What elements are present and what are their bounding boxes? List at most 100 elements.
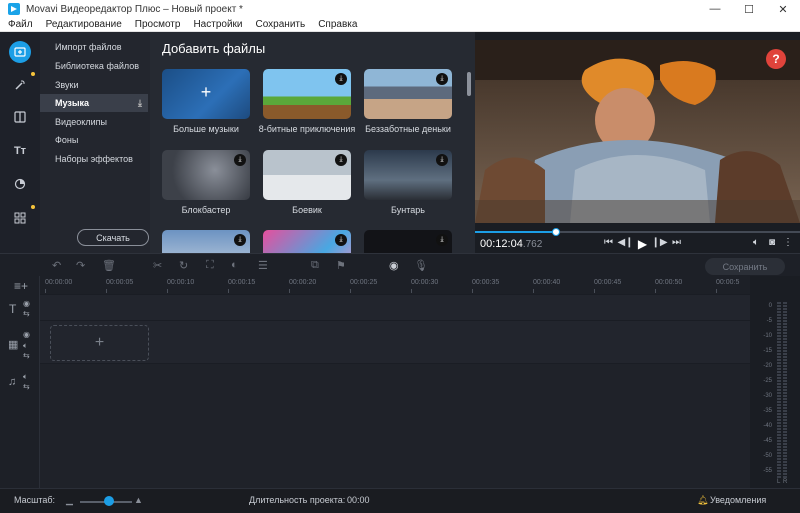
titles-track[interactable]: [40, 295, 750, 320]
menu-edit[interactable]: Редактирование: [46, 19, 122, 30]
music-tile[interactable]: ⤓: [162, 150, 250, 200]
edit-toolbar: ↶ ↷ 🗑︎ ✂ ↻ ⛶ ◐ ☰ ⧉ ⚑ ◉ 🎙︎ Сохранить: [0, 253, 800, 276]
import-icon[interactable]: [9, 41, 31, 63]
microphone-icon[interactable]: 🎙︎: [414, 259, 428, 272]
category-videoclips[interactable]: Видеоклипы: [40, 113, 148, 131]
link-icon[interactable]: ⇆: [23, 382, 30, 391]
redo-icon[interactable]: ↷: [76, 259, 85, 272]
volume-icon[interactable]: 🔈︎: [748, 237, 764, 248]
step-back-icon[interactable]: ◀❙: [617, 237, 634, 251]
progress-knob[interactable]: [552, 228, 561, 236]
more-music-tile[interactable]: +: [162, 69, 250, 119]
menu-file[interactable]: Файл: [8, 19, 33, 30]
category-library[interactable]: Библиотека файлов: [40, 57, 148, 75]
step-forward-icon[interactable]: ❙▶: [651, 237, 668, 251]
player-extra-controls: 🔈︎ ◙ ⋮: [748, 237, 796, 248]
overlay-icon[interactable]: ⧉: [311, 259, 319, 272]
color-adjust-icon[interactable]: ◐: [231, 259, 238, 271]
play-icon[interactable]: ▶: [634, 237, 651, 251]
tile-label: Блокбастер: [181, 205, 231, 215]
cut-icon[interactable]: ✂: [153, 259, 162, 272]
meter-label: -25: [763, 378, 772, 384]
link-icon[interactable]: ⇆: [23, 351, 30, 360]
zoom-in-icon[interactable]: ▲: [134, 495, 143, 505]
ruler-tick: [533, 289, 534, 293]
ruler-tick: [594, 289, 595, 293]
skip-start-icon[interactable]: ⏮: [600, 237, 617, 251]
clip-properties-icon[interactable]: ☰: [258, 259, 268, 272]
menu-help[interactable]: Справка: [318, 19, 357, 30]
menu-save[interactable]: Сохранить: [256, 19, 306, 30]
meter-label: -55: [763, 468, 772, 474]
meter-label: -40: [763, 423, 772, 429]
download-icon[interactable]: ⤓: [436, 73, 448, 85]
download-icon[interactable]: ⤓: [335, 154, 347, 166]
ruler-tick: [472, 289, 473, 293]
download-icon[interactable]: ⤓: [335, 234, 347, 246]
download-icon[interactable]: ⤓: [335, 73, 347, 85]
ruler-tick: [167, 289, 168, 293]
marker-icon[interactable]: ⚑: [336, 259, 346, 272]
category-backgrounds[interactable]: Фоны: [40, 131, 148, 149]
playback-progress[interactable]: [475, 228, 800, 236]
titles-icon[interactable]: Tт: [9, 140, 31, 162]
download-icon[interactable]: ⤓: [234, 154, 246, 166]
webcam-icon[interactable]: ◉: [389, 259, 399, 272]
ruler-label: 00:00:50: [655, 279, 683, 286]
audio-track[interactable]: [40, 364, 750, 488]
transitions-icon[interactable]: [9, 106, 31, 128]
category-effect-packs[interactable]: Наборы эффектов: [40, 150, 148, 168]
add-clip-button[interactable]: +: [50, 325, 149, 361]
snapshot-icon[interactable]: ◙: [764, 237, 780, 248]
menu-view[interactable]: Просмотр: [135, 19, 181, 30]
panel-scrollbar[interactable]: [467, 72, 471, 96]
music-tile[interactable]: ⤓: [364, 150, 452, 200]
minimize-button[interactable]: —: [698, 0, 732, 18]
rotate-icon[interactable]: ↻: [179, 259, 188, 272]
title-bar: Movavi Видеоредактор Плюс – Новый проект…: [0, 0, 800, 18]
magic-wand-icon[interactable]: [9, 74, 31, 96]
category-music[interactable]: Музыка ⤓: [40, 94, 148, 112]
skip-end-icon[interactable]: ⏭: [668, 237, 685, 251]
notifications-link[interactable]: Уведомления: [710, 495, 766, 505]
bell-icon[interactable]: 🔔︎: [697, 495, 708, 506]
download-icon[interactable]: ⤓: [234, 234, 246, 246]
volume-icon[interactable]: 🔈︎: [23, 341, 28, 351]
crop-icon[interactable]: ⛶: [206, 259, 214, 272]
delete-icon[interactable]: 🗑︎: [102, 259, 116, 272]
download-icon[interactable]: ⤓: [436, 154, 448, 166]
category-sounds[interactable]: Звуки: [40, 76, 148, 94]
music-tile[interactable]: ⤓: [263, 150, 351, 200]
visibility-icon[interactable]: ◉: [23, 299, 30, 308]
category-import[interactable]: Импорт файлов: [40, 38, 148, 56]
music-tile[interactable]: ⤓: [263, 69, 351, 119]
close-button[interactable]: ✕: [766, 0, 800, 18]
undo-icon[interactable]: ↶: [52, 259, 61, 272]
download-icon[interactable]: ⤓: [436, 234, 448, 246]
tile-label: Больше музыки: [173, 124, 239, 134]
maximize-button[interactable]: ☐: [732, 0, 766, 18]
music-tile[interactable]: ⤓: [364, 69, 452, 119]
help-button[interactable]: ?: [766, 49, 786, 69]
music-tile[interactable]: ⤓: [364, 230, 452, 253]
more-options-icon[interactable]: ⋮: [780, 237, 796, 248]
visibility-icon[interactable]: ◉: [23, 330, 30, 339]
more-tools-icon[interactable]: [9, 207, 31, 229]
music-tile[interactable]: ⤓: [162, 230, 250, 253]
filters-icon[interactable]: [9, 173, 31, 195]
titles-track-icon: T: [9, 302, 17, 316]
category-list: Импорт файлов Библиотека файлов Звуки Му…: [40, 32, 150, 253]
menu-settings[interactable]: Настройки: [193, 19, 242, 30]
volume-icon[interactable]: 🔈︎: [23, 372, 28, 382]
zoom-out-icon[interactable]: ▁: [66, 495, 73, 506]
download-button[interactable]: Скачать: [77, 229, 149, 246]
time-ruler[interactable]: 00:00:00 00:00:05 00:00:10 00:00:15 00:0…: [40, 276, 750, 294]
link-icon[interactable]: ⇆: [23, 309, 30, 318]
files-panel: Добавить файлы + Больше музыки ⤓ 8-битны…: [150, 32, 475, 253]
zoom-slider-knob[interactable]: [104, 496, 114, 506]
time-value: 00:12:04: [480, 238, 523, 250]
save-button[interactable]: Сохранить: [705, 258, 785, 275]
add-track-icon[interactable]: ≡+: [14, 279, 28, 293]
music-tile[interactable]: ⤓: [263, 230, 351, 253]
meter-label: -35: [763, 408, 772, 414]
